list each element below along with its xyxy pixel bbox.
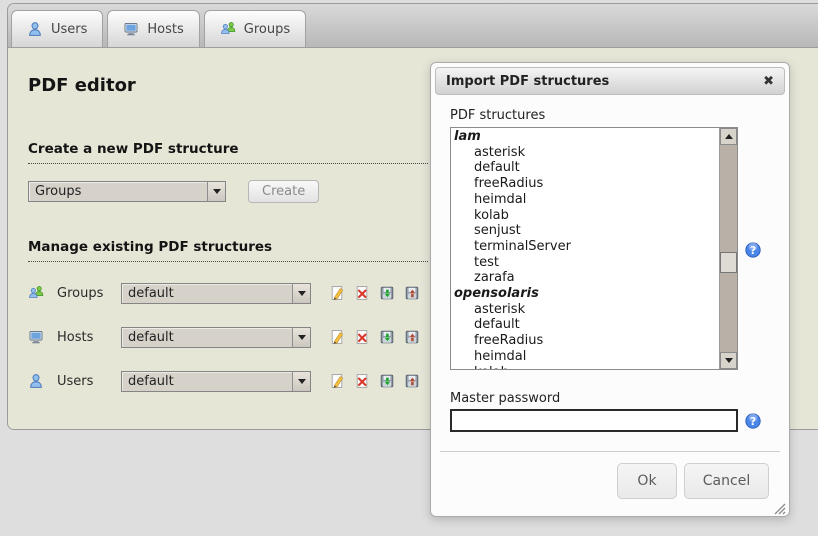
dialog-titlebar[interactable]: Import PDF structures ✖ xyxy=(435,67,785,95)
group-icon xyxy=(28,285,44,301)
tab-users[interactable]: Users xyxy=(11,10,103,47)
pdf-structure-option[interactable]: kolab xyxy=(454,208,719,224)
structure-select-users[interactable]: default xyxy=(121,371,311,392)
chevron-down-icon[interactable] xyxy=(292,372,310,391)
delete-icon[interactable] xyxy=(354,329,370,345)
import-icon[interactable] xyxy=(404,329,420,345)
group-icon xyxy=(220,21,236,37)
manage-row-hosts: Hostsdefault xyxy=(28,327,429,347)
edit-icon[interactable] xyxy=(329,329,345,345)
select-value: Groups xyxy=(29,184,207,199)
structure-type-select[interactable]: Groups xyxy=(28,181,226,202)
select-value: default xyxy=(122,286,292,301)
edit-icon[interactable] xyxy=(329,285,345,301)
pdf-structures-listbox[interactable]: lamasteriskdefaultfreeRadiusheimdalkolab… xyxy=(450,127,738,370)
tab-bar: Users Hosts Groups xyxy=(8,4,818,48)
create-button[interactable]: Create xyxy=(248,180,319,203)
help-icon[interactable]: ? xyxy=(745,242,761,258)
manage-structures-list: GroupsdefaultHostsdefaultUsersdefault xyxy=(28,283,429,415)
pdf-structure-group[interactable]: lam xyxy=(454,129,719,145)
edit-icon[interactable] xyxy=(329,373,345,389)
pdf-structure-option[interactable]: default xyxy=(454,160,719,176)
manage-row-users: Usersdefault xyxy=(28,371,429,391)
tab-label: Groups xyxy=(244,22,290,37)
pdf-structure-option[interactable]: senjust xyxy=(454,223,719,239)
import-icon[interactable] xyxy=(404,373,420,389)
tab-label: Hosts xyxy=(147,22,183,37)
svg-text:?: ? xyxy=(750,416,756,428)
pdf-structure-option[interactable]: zarafa xyxy=(454,270,719,286)
user-icon xyxy=(27,21,43,37)
import-pdf-dialog: Import PDF structures ✖ PDF structures l… xyxy=(430,62,790,517)
structure-select-groups[interactable]: default xyxy=(121,283,311,304)
delete-icon[interactable] xyxy=(354,285,370,301)
manage-row-groups: Groupsdefault xyxy=(28,283,429,303)
pdf-structure-option[interactable]: terminalServer xyxy=(454,239,719,255)
manage-section-heading: Manage existing PDF structures xyxy=(28,239,428,262)
dialog-buttons: Ok Cancel xyxy=(617,463,769,499)
svg-text:?: ? xyxy=(750,245,756,257)
pdf-structure-option[interactable]: asterisk xyxy=(454,145,719,161)
master-password-label: Master password xyxy=(450,391,560,406)
master-password-input[interactable] xyxy=(450,409,738,432)
pdf-structure-option[interactable]: freeRadius xyxy=(454,333,719,349)
select-value: default xyxy=(122,374,292,389)
close-icon[interactable]: ✖ xyxy=(763,75,774,88)
host-icon xyxy=(123,21,139,37)
row-label: Hosts xyxy=(57,330,121,345)
ok-button[interactable]: Ok xyxy=(617,463,677,499)
pdf-structure-group[interactable]: opensolaris xyxy=(454,286,719,302)
row-label: Groups xyxy=(57,286,121,301)
pdf-structures-options: lamasteriskdefaultfreeRadiusheimdalkolab… xyxy=(451,128,719,369)
delete-icon[interactable] xyxy=(354,373,370,389)
pdf-structure-option[interactable]: asterisk xyxy=(454,302,719,318)
host-icon xyxy=(28,329,44,345)
pdf-structure-option[interactable]: default xyxy=(454,317,719,333)
resize-handle-icon[interactable] xyxy=(773,500,786,513)
chevron-down-icon[interactable] xyxy=(207,182,225,201)
create-structure-row: Groups Create xyxy=(28,180,319,203)
pdf-structures-label: PDF structures xyxy=(450,108,545,123)
user-icon xyxy=(28,373,44,389)
pdf-structure-option[interactable]: kolab xyxy=(454,365,719,369)
select-value: default xyxy=(122,330,292,345)
pdf-structure-option[interactable]: test xyxy=(454,255,719,271)
chevron-down-icon[interactable] xyxy=(292,284,310,303)
tab-label: Users xyxy=(51,22,87,37)
scrollbar-thumb[interactable] xyxy=(720,252,737,273)
tab-groups[interactable]: Groups xyxy=(204,10,306,47)
pdf-structure-option[interactable]: heimdal xyxy=(454,192,719,208)
dialog-divider xyxy=(440,451,780,452)
structure-select-hosts[interactable]: default xyxy=(121,327,311,348)
row-label: Users xyxy=(57,374,121,389)
tab-hosts[interactable]: Hosts xyxy=(107,10,199,47)
dialog-title: Import PDF structures xyxy=(446,74,609,89)
pdf-structure-option[interactable]: freeRadius xyxy=(454,176,719,192)
export-icon[interactable] xyxy=(379,373,395,389)
scrollbar-down-icon[interactable] xyxy=(720,352,737,369)
cancel-button[interactable]: Cancel xyxy=(684,463,769,499)
help-icon[interactable]: ? xyxy=(745,413,761,429)
export-icon[interactable] xyxy=(379,329,395,345)
export-icon[interactable] xyxy=(379,285,395,301)
create-section-heading: Create a new PDF structure xyxy=(28,141,428,164)
chevron-down-icon[interactable] xyxy=(292,328,310,347)
import-icon[interactable] xyxy=(404,285,420,301)
pdf-structure-option[interactable]: heimdal xyxy=(454,349,719,365)
page-title: PDF editor xyxy=(28,75,136,96)
listbox-scrollbar[interactable] xyxy=(719,128,737,369)
scrollbar-up-icon[interactable] xyxy=(720,128,737,145)
